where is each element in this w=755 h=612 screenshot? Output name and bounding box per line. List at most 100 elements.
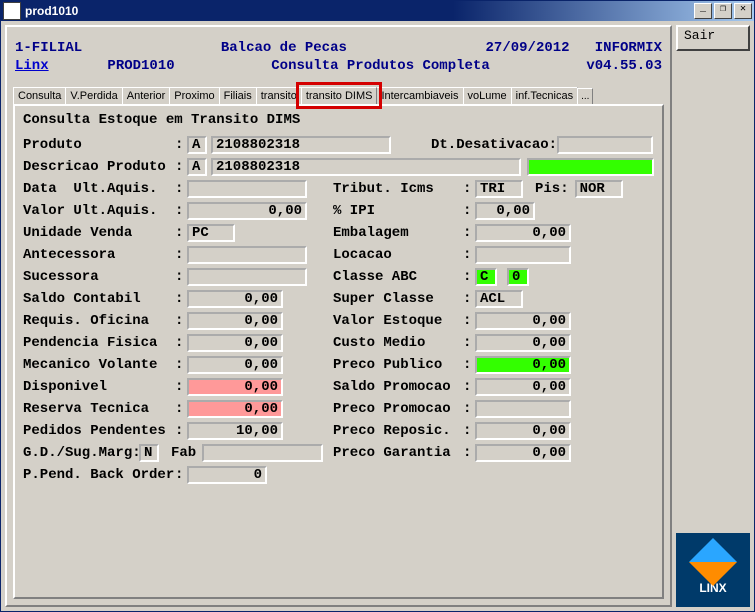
hdr-balcao: Balcao de Pecas xyxy=(221,40,347,56)
fld-valor-estoque[interactable]: 0,00 xyxy=(475,312,571,330)
fld-unidade-venda[interactable]: PC xyxy=(187,224,235,242)
fld-p-pend-backorder[interactable]: 0 xyxy=(187,466,267,484)
hdr-date: 27/09/2012 xyxy=(486,40,570,56)
hdr-code: PROD1010 xyxy=(107,58,174,74)
window-title: prod1010 xyxy=(25,4,692,18)
logo-icon xyxy=(689,538,737,586)
lbl-produto: Produto xyxy=(23,137,175,153)
tab-inf-tecnicas[interactable]: inf.Tecnicas xyxy=(511,87,578,104)
fld-tribut-icms[interactable]: TRI xyxy=(475,180,523,198)
lbl-requis-oficina: Requis. Oficina xyxy=(23,313,175,329)
fld-data-ult-aquis[interactable] xyxy=(187,180,307,198)
lbl-preco-publico: Preco Publico xyxy=(333,357,463,373)
side-panel: Sair LINX xyxy=(676,25,750,607)
hdr-subtitle: Consulta Produtos Completa xyxy=(271,58,489,74)
lbl-fab: Fab xyxy=(171,445,196,461)
fld-antecessora[interactable] xyxy=(187,246,307,264)
fld-classe-abc-1[interactable]: C xyxy=(475,268,497,286)
fld-super-classe[interactable]: ACL xyxy=(475,290,523,308)
lbl-pendencia-fisica: Pendencia Fisica xyxy=(23,335,175,351)
fld-requis-oficina[interactable]: 0,00 xyxy=(187,312,283,330)
lbl-disponivel: Disponivel xyxy=(23,379,175,395)
fld-mecanico-volante[interactable]: 0,00 xyxy=(187,356,283,374)
tab-anterior[interactable]: Anterior xyxy=(122,87,171,104)
lbl-preco-reposic: Preco Reposic. xyxy=(333,423,463,439)
lbl-antecessora: Antecessora xyxy=(23,247,175,263)
fld-reserva-tecnica[interactable]: 0,00 xyxy=(187,400,283,418)
fld-preco-reposic[interactable]: 0,00 xyxy=(475,422,571,440)
fld-preco-promocao[interactable] xyxy=(475,400,571,418)
tab-transito[interactable]: transito xyxy=(256,87,302,104)
tabs-row: Consulta V.Perdida Anterior Proximo Fili… xyxy=(13,87,664,104)
fld-pendencia-fisica[interactable]: 0,00 xyxy=(187,334,283,352)
lbl-custo-medio: Custo Medio xyxy=(333,335,463,351)
lbl-preco-promocao: Preco Promocao xyxy=(333,401,463,417)
fld-locacao[interactable] xyxy=(475,246,571,264)
lbl-classe-abc: Classe ABC xyxy=(333,269,463,285)
tab-proximo[interactable]: Proximo xyxy=(169,87,219,104)
lbl-pis: Pis: xyxy=(535,181,569,197)
fld-valor-ult-aquis[interactable]: 0,00 xyxy=(187,202,307,220)
lbl-descricao: Descricao Produto xyxy=(23,159,175,175)
tab-transito-dims[interactable]: transito DIMS xyxy=(301,87,378,104)
fld-produto[interactable]: 2108802318 xyxy=(211,136,391,154)
fld-descricao-code[interactable]: A xyxy=(187,158,207,176)
hdr-platform: INFORMIX xyxy=(595,40,662,56)
title-bar: prod1010 _ ❐ ✕ xyxy=(1,1,754,21)
restore-button[interactable]: ❐ xyxy=(714,3,732,19)
lbl-mecanico-volante: Mecanico Volante xyxy=(23,357,175,373)
fld-preco-publico[interactable]: 0,00 xyxy=(475,356,571,374)
app-window: prod1010 _ ❐ ✕ 1-FILIAL Balcao de Pecas … xyxy=(0,0,755,612)
lbl-saldo-promocao: Saldo Promocao xyxy=(333,379,463,395)
lbl-embalagem: Embalagem xyxy=(333,225,463,241)
fld-produto-code[interactable]: A xyxy=(187,136,207,154)
fld-gd-sug-marg[interactable]: N xyxy=(139,444,159,462)
lbl-tribut-icms: Tribut. Icms xyxy=(333,181,463,197)
info-header: 1-FILIAL Balcao de Pecas 27/09/2012 INFO… xyxy=(13,33,664,85)
logo-linx: LINX xyxy=(676,533,750,607)
fld-fab[interactable] xyxy=(202,444,323,462)
tab-intercambiaveis[interactable]: Intercambiaveis xyxy=(376,87,463,104)
fld-custo-medio[interactable]: 0,00 xyxy=(475,334,571,352)
form-frame: Consulta Estoque em Transito DIMS Produt… xyxy=(13,104,664,599)
lbl-sucessora: Sucessora xyxy=(23,269,175,285)
fld-pis[interactable]: NOR xyxy=(575,180,623,198)
lbl-pedidos-pendentes: Pedidos Pendentes xyxy=(23,423,175,439)
hdr-version: v04.55.03 xyxy=(586,58,662,74)
link-linx[interactable]: Linx xyxy=(15,58,49,74)
minimize-button[interactable]: _ xyxy=(694,3,712,19)
close-button[interactable]: ✕ xyxy=(734,3,752,19)
fld-descricao[interactable]: 2108802318 xyxy=(211,158,521,176)
lbl-valor-estoque: Valor Estoque xyxy=(333,313,463,329)
tab-more[interactable]: ... xyxy=(577,88,593,104)
main-panel: 1-FILIAL Balcao de Pecas 27/09/2012 INFO… xyxy=(5,25,672,607)
sair-button[interactable]: Sair xyxy=(676,25,750,51)
fld-descricao-extra[interactable] xyxy=(527,158,654,176)
tab-filiais[interactable]: Filiais xyxy=(219,87,257,104)
lbl-valor-ult-aquis: Valor Ult.Aquis. xyxy=(23,203,175,219)
form-title: Consulta Estoque em Transito DIMS xyxy=(23,112,654,128)
lbl-p-pend-backorder: P.Pend. Back Order xyxy=(23,467,175,483)
lbl-super-classe: Super Classe xyxy=(333,291,463,307)
fld-saldo-promocao[interactable]: 0,00 xyxy=(475,378,571,396)
lbl-dt-desativacao: Dt.Desativacao xyxy=(431,137,549,153)
tab-consulta[interactable]: Consulta xyxy=(13,87,66,104)
fld-preco-garantia[interactable]: 0,00 xyxy=(475,444,571,462)
fld-dt-desativacao[interactable] xyxy=(557,136,653,154)
lbl-locacao: Locacao xyxy=(333,247,463,263)
fld-pct-ipi[interactable]: 0,00 xyxy=(475,202,535,220)
fld-pedidos-pendentes[interactable]: 10,00 xyxy=(187,422,283,440)
app-icon xyxy=(3,2,21,20)
fld-embalagem[interactable]: 0,00 xyxy=(475,224,571,242)
lbl-reserva-tecnica: Reserva Tecnica xyxy=(23,401,175,417)
tab-vperdida[interactable]: V.Perdida xyxy=(65,87,122,104)
lbl-pct-ipi: % IPI xyxy=(333,203,463,219)
fld-classe-abc-2[interactable]: 0 xyxy=(507,268,529,286)
hdr-filial: 1-FILIAL xyxy=(15,40,82,56)
lbl-gd-sug-marg: G.D./Sug.Marg: xyxy=(23,445,139,461)
fld-disponivel[interactable]: 0,00 xyxy=(187,378,283,396)
fld-saldo-contabil[interactable]: 0,00 xyxy=(187,290,283,308)
tab-volume[interactable]: voLume xyxy=(463,87,512,104)
lbl-saldo-contabil: Saldo Contabil xyxy=(23,291,175,307)
fld-sucessora[interactable] xyxy=(187,268,307,286)
